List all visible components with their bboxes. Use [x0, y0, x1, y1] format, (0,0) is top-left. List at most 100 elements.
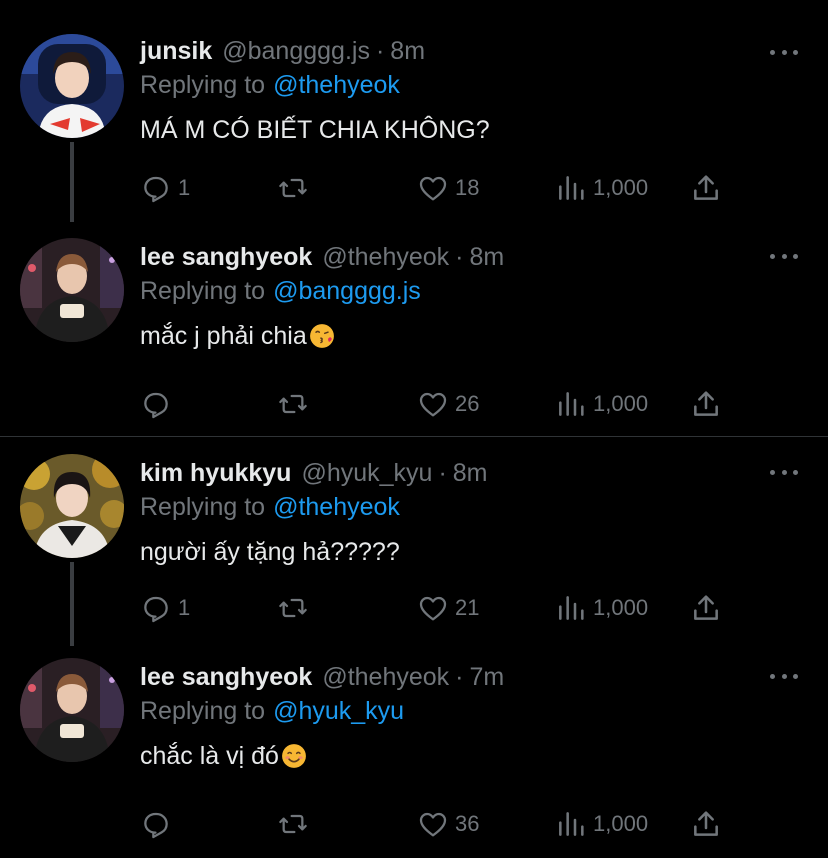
- views-button[interactable]: 1,000: [555, 384, 648, 424]
- tweet-actions: 26 1,000: [140, 384, 740, 424]
- like-button[interactable]: 26: [417, 384, 479, 424]
- reply-icon: [144, 392, 168, 419]
- user-handle[interactable]: @thehyeok: [322, 243, 449, 272]
- separator: ·: [455, 242, 464, 271]
- tweet[interactable]: kim hyukkyu @hyuk_kyu · 8m Replying to @…: [0, 452, 828, 646]
- retweet-icon: [279, 814, 307, 834]
- more-options-button[interactable]: [770, 246, 798, 266]
- reply-button[interactable]: [140, 804, 178, 844]
- avatar[interactable]: [20, 658, 124, 762]
- like-button[interactable]: 36: [417, 804, 479, 844]
- display-name[interactable]: junsik: [140, 37, 212, 66]
- smiling-face-emoji: [282, 744, 306, 768]
- tweet-actions: 1 21 1,000: [140, 588, 740, 628]
- divider: [0, 436, 828, 437]
- display-name[interactable]: lee sanghyeok: [140, 243, 312, 272]
- share-button[interactable]: [690, 384, 722, 424]
- heart-icon: [419, 176, 447, 201]
- mention-link[interactable]: @thehyeok: [273, 493, 400, 522]
- tweet[interactable]: lee sanghyeok @thehyeok · 8m Replying to…: [0, 236, 828, 432]
- avatar[interactable]: [20, 238, 124, 342]
- share-button[interactable]: [690, 804, 722, 844]
- retweet-button[interactable]: [277, 168, 309, 208]
- mention-link[interactable]: @thehyeok: [273, 71, 400, 100]
- views-icon: [559, 596, 584, 620]
- separator: ·: [438, 458, 447, 487]
- share-icon: [694, 595, 718, 620]
- views-count: 1,000: [593, 811, 649, 836]
- avatar-image: [20, 658, 124, 762]
- more-icon: [770, 673, 775, 679]
- display-name[interactable]: kim hyukkyu: [140, 459, 291, 488]
- avatar-image: [20, 238, 124, 342]
- mention-link[interactable]: @hyuk_kyu: [273, 697, 404, 726]
- reply-count: 1: [178, 175, 191, 200]
- retweet-button[interactable]: [277, 804, 309, 844]
- display-name[interactable]: lee sanghyeok: [140, 663, 312, 692]
- more-options-button[interactable]: [770, 462, 798, 482]
- reply-icon: [144, 176, 168, 203]
- more-options-button[interactable]: [770, 42, 798, 62]
- tweet-text-content: mắc j phải chia: [140, 322, 307, 350]
- tweet-actions: 1 18 1,000: [140, 168, 740, 208]
- reply-icon: [144, 596, 168, 623]
- retweet-icon: [279, 598, 307, 618]
- avatar-image: [20, 454, 124, 558]
- reply-button[interactable]: 1: [140, 168, 190, 208]
- user-handle[interactable]: @bangggg.js: [222, 37, 370, 66]
- views-count: 1,000: [593, 595, 649, 620]
- replying-to-label: Replying to: [140, 276, 266, 305]
- replying-to: Replying to @thehyeok: [140, 490, 808, 524]
- views-icon: [559, 812, 584, 836]
- replying-to: Replying to @bangggg.js: [140, 274, 808, 308]
- share-icon: [694, 811, 718, 836]
- more-icon: [770, 253, 775, 259]
- tweet-text: mắc j phải chia: [140, 320, 808, 352]
- like-button[interactable]: 18: [417, 168, 479, 208]
- tweet-text-content: MÁ M CÓ BIẾT CHIA KHÔNG?: [140, 116, 490, 144]
- tweet-text-content: người ấy tặng hả?????: [140, 538, 400, 566]
- replying-to-label: Replying to: [140, 696, 266, 725]
- avatar[interactable]: [20, 34, 124, 138]
- tweet-actions: 36 1,000: [140, 804, 740, 844]
- retweet-icon: [279, 394, 307, 414]
- like-count: 18: [455, 175, 480, 200]
- share-button[interactable]: [690, 168, 722, 208]
- views-icon: [559, 176, 584, 200]
- tweet[interactable]: lee sanghyeok @thehyeok · 7m Replying to…: [0, 656, 828, 856]
- kissing-face-emoji: [309, 324, 334, 348]
- like-count: 26: [455, 391, 480, 416]
- more-icon: [770, 49, 775, 55]
- reply-button[interactable]: [140, 384, 178, 424]
- retweet-button[interactable]: [277, 588, 309, 628]
- timestamp[interactable]: 8m: [453, 459, 488, 488]
- tweet[interactable]: junsik @bangggg.js · 8m Replying to @the…: [0, 30, 828, 222]
- reply-button[interactable]: 1: [140, 588, 190, 628]
- heart-icon: [419, 392, 447, 417]
- replying-to-label: Replying to: [140, 70, 266, 99]
- timestamp[interactable]: 8m: [390, 37, 425, 66]
- user-handle[interactable]: @hyuk_kyu: [301, 459, 432, 488]
- tweet-text: MÁ M CÓ BIẾT CHIA KHÔNG?: [140, 114, 808, 146]
- share-icon: [694, 175, 718, 200]
- retweet-button[interactable]: [277, 384, 309, 424]
- share-button[interactable]: [690, 588, 722, 628]
- timestamp[interactable]: 8m: [469, 243, 504, 272]
- user-handle[interactable]: @thehyeok: [322, 663, 449, 692]
- views-button[interactable]: 1,000: [555, 588, 648, 628]
- mention-link[interactable]: @bangggg.js: [273, 277, 421, 306]
- views-count: 1,000: [593, 391, 649, 416]
- heart-icon: [419, 812, 447, 837]
- more-options-button[interactable]: [770, 666, 798, 686]
- like-button[interactable]: 21: [417, 588, 479, 628]
- tweet-text: người ấy tặng hả?????: [140, 536, 808, 568]
- share-icon: [694, 391, 718, 416]
- avatar-image: [20, 34, 124, 138]
- avatar[interactable]: [20, 454, 124, 558]
- reply-icon: [144, 812, 168, 839]
- views-button[interactable]: 1,000: [555, 168, 648, 208]
- like-count: 36: [455, 811, 480, 836]
- views-button[interactable]: 1,000: [555, 804, 648, 844]
- timestamp[interactable]: 7m: [469, 663, 504, 692]
- separator: ·: [375, 36, 385, 65]
